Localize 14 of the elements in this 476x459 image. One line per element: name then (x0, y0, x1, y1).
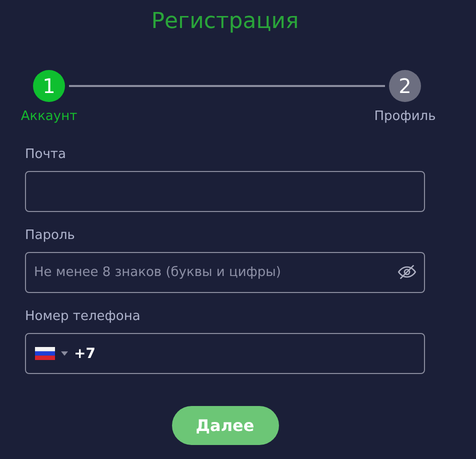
step-label: Профиль (374, 109, 436, 124)
phone-field[interactable]: +7 (25, 333, 425, 374)
flag-icon[interactable] (35, 347, 55, 360)
page-title: Регистрация (150, 8, 300, 36)
step-number: 1 (33, 70, 65, 102)
eye-slash-icon[interactable] (397, 262, 417, 282)
email-field[interactable] (25, 171, 425, 212)
caret-icon[interactable] (61, 351, 68, 356)
password-field[interactable]: Не менее 8 знаков (буквы и цифры) (25, 252, 425, 293)
field-label: Номер телефона (25, 308, 142, 325)
step-label: Аккаунт (20, 109, 78, 124)
field-label: Пароль (25, 227, 76, 244)
field-label: Почта (25, 146, 67, 163)
step-number: 2 (389, 70, 421, 102)
